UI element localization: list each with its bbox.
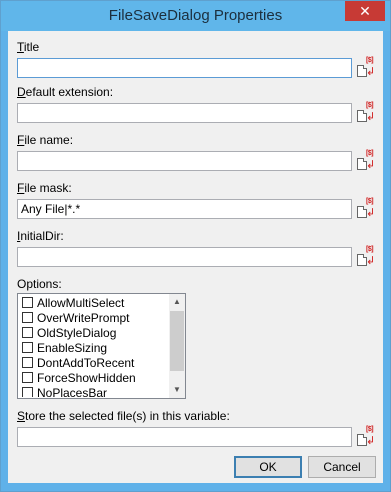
window-title: FileSaveDialog Properties: [108, 7, 283, 24]
insert-arrow-icon: ↲: [366, 207, 376, 219]
option-old-style-dialog[interactable]: OldStyleDialog: [22, 326, 116, 341]
file-name-label: File name:: [17, 133, 74, 147]
close-icon: ✕: [359, 3, 371, 19]
initial-dir-variable-button[interactable]: [$] ↲: [356, 246, 376, 267]
checkbox[interactable]: [22, 312, 33, 323]
options-label: Options:: [17, 277, 62, 291]
option-allow-multi-select[interactable]: AllowMultiSelect: [22, 296, 124, 311]
default-extension-label: Default extension:: [17, 85, 114, 99]
initial-dir-label: InitialDir:: [17, 229, 64, 243]
variable-mark-icon: [$]: [366, 150, 374, 157]
title-bar[interactable]: FileSaveDialog Properties ✕: [1, 1, 390, 31]
default-extension-input[interactable]: [17, 103, 352, 123]
store-variable-label: Store the selected file(s) in this varia…: [17, 409, 230, 423]
cancel-button[interactable]: Cancel: [308, 456, 376, 478]
checkbox[interactable]: [22, 327, 33, 338]
option-enable-sizing[interactable]: EnableSizing: [22, 341, 107, 356]
checkbox[interactable]: [22, 342, 33, 353]
file-name-input[interactable]: [17, 151, 352, 171]
checkbox[interactable]: [22, 387, 33, 397]
scroll-up-icon[interactable]: ▲: [169, 294, 185, 310]
store-variable-variable-button[interactable]: [$] ↲: [356, 426, 376, 447]
store-variable-input[interactable]: [17, 427, 352, 447]
initial-dir-input[interactable]: [17, 247, 352, 267]
dialog-window: FileSaveDialog Properties ✕ Title [$] ↲ …: [0, 0, 391, 492]
variable-mark-icon: [$]: [366, 198, 374, 205]
option-force-show-hidden[interactable]: ForceShowHidden: [22, 371, 136, 386]
title-label: Title: [17, 40, 40, 54]
checkbox[interactable]: [22, 372, 33, 383]
dialog-body: Title [$] ↲ Default extension: [$] ↲ Fil…: [8, 31, 383, 483]
options-listbox[interactable]: AllowMultiSelect OverWritePrompt OldStyl…: [17, 293, 186, 399]
file-mask-variable-button[interactable]: [$] ↲: [356, 198, 376, 219]
option-overwrite-prompt[interactable]: OverWritePrompt: [22, 311, 129, 326]
file-name-variable-button[interactable]: [$] ↲: [356, 150, 376, 171]
scroll-down-icon[interactable]: ▼: [169, 382, 185, 398]
title-input[interactable]: [17, 58, 352, 78]
option-no-places-bar[interactable]: NoPlacesBar: [22, 386, 107, 397]
variable-mark-icon: [$]: [366, 102, 374, 109]
variable-mark-icon: [$]: [366, 57, 374, 64]
option-dont-add-to-recent[interactable]: DontAddToRecent: [22, 356, 134, 371]
insert-arrow-icon: ↲: [366, 111, 376, 123]
variable-mark-icon: [$]: [366, 426, 374, 433]
insert-arrow-icon: ↲: [366, 159, 376, 171]
close-button[interactable]: ✕: [345, 1, 385, 21]
checkbox[interactable]: [22, 357, 33, 368]
default-extension-variable-button[interactable]: [$] ↲: [356, 102, 376, 123]
variable-mark-icon: [$]: [366, 246, 374, 253]
file-mask-input[interactable]: Any File|*.*: [17, 199, 352, 219]
insert-arrow-icon: ↲: [366, 435, 376, 447]
ok-button[interactable]: OK: [234, 456, 302, 478]
insert-arrow-icon: ↲: [366, 66, 376, 78]
title-variable-button[interactable]: [$] ↲: [356, 57, 376, 78]
options-scrollbar[interactable]: ▲ ▼: [169, 294, 185, 398]
checkbox[interactable]: [22, 297, 33, 308]
insert-arrow-icon: ↲: [366, 255, 376, 267]
scroll-thumb[interactable]: [170, 311, 184, 371]
file-mask-label: File mask:: [17, 181, 72, 195]
